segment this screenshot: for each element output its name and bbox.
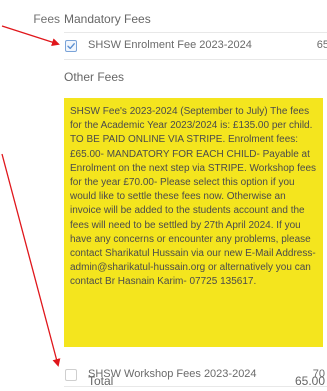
- divider: [64, 32, 327, 33]
- other-fees-heading: Other Fees: [64, 70, 125, 84]
- enrolment-fee-name: SHSW Enrolment Fee 2023-2024: [88, 39, 252, 51]
- total-label: Total: [88, 374, 114, 388]
- fees-label: Fees: [33, 12, 60, 26]
- enrolment-fee-amount: 65: [316, 39, 327, 51]
- workshop-fee-checkbox[interactable]: [65, 369, 77, 381]
- total-value: 65.00: [294, 374, 325, 388]
- enrolment-fee-checkbox[interactable]: [65, 40, 77, 52]
- fee-information-notice: SHSW Fee's 2023-2024 (September to July)…: [64, 98, 323, 347]
- mandatory-fee-row[interactable]: SHSW Enrolment Fee 2023-2024 65: [64, 36, 327, 56]
- arrow-to-enrolment-fee: [1, 25, 60, 46]
- mandatory-fees-heading: Mandatory Fees: [64, 12, 151, 26]
- divider: [64, 59, 327, 60]
- arrow-to-workshop-fee: [1, 153, 61, 367]
- checkmark-icon: [67, 43, 75, 50]
